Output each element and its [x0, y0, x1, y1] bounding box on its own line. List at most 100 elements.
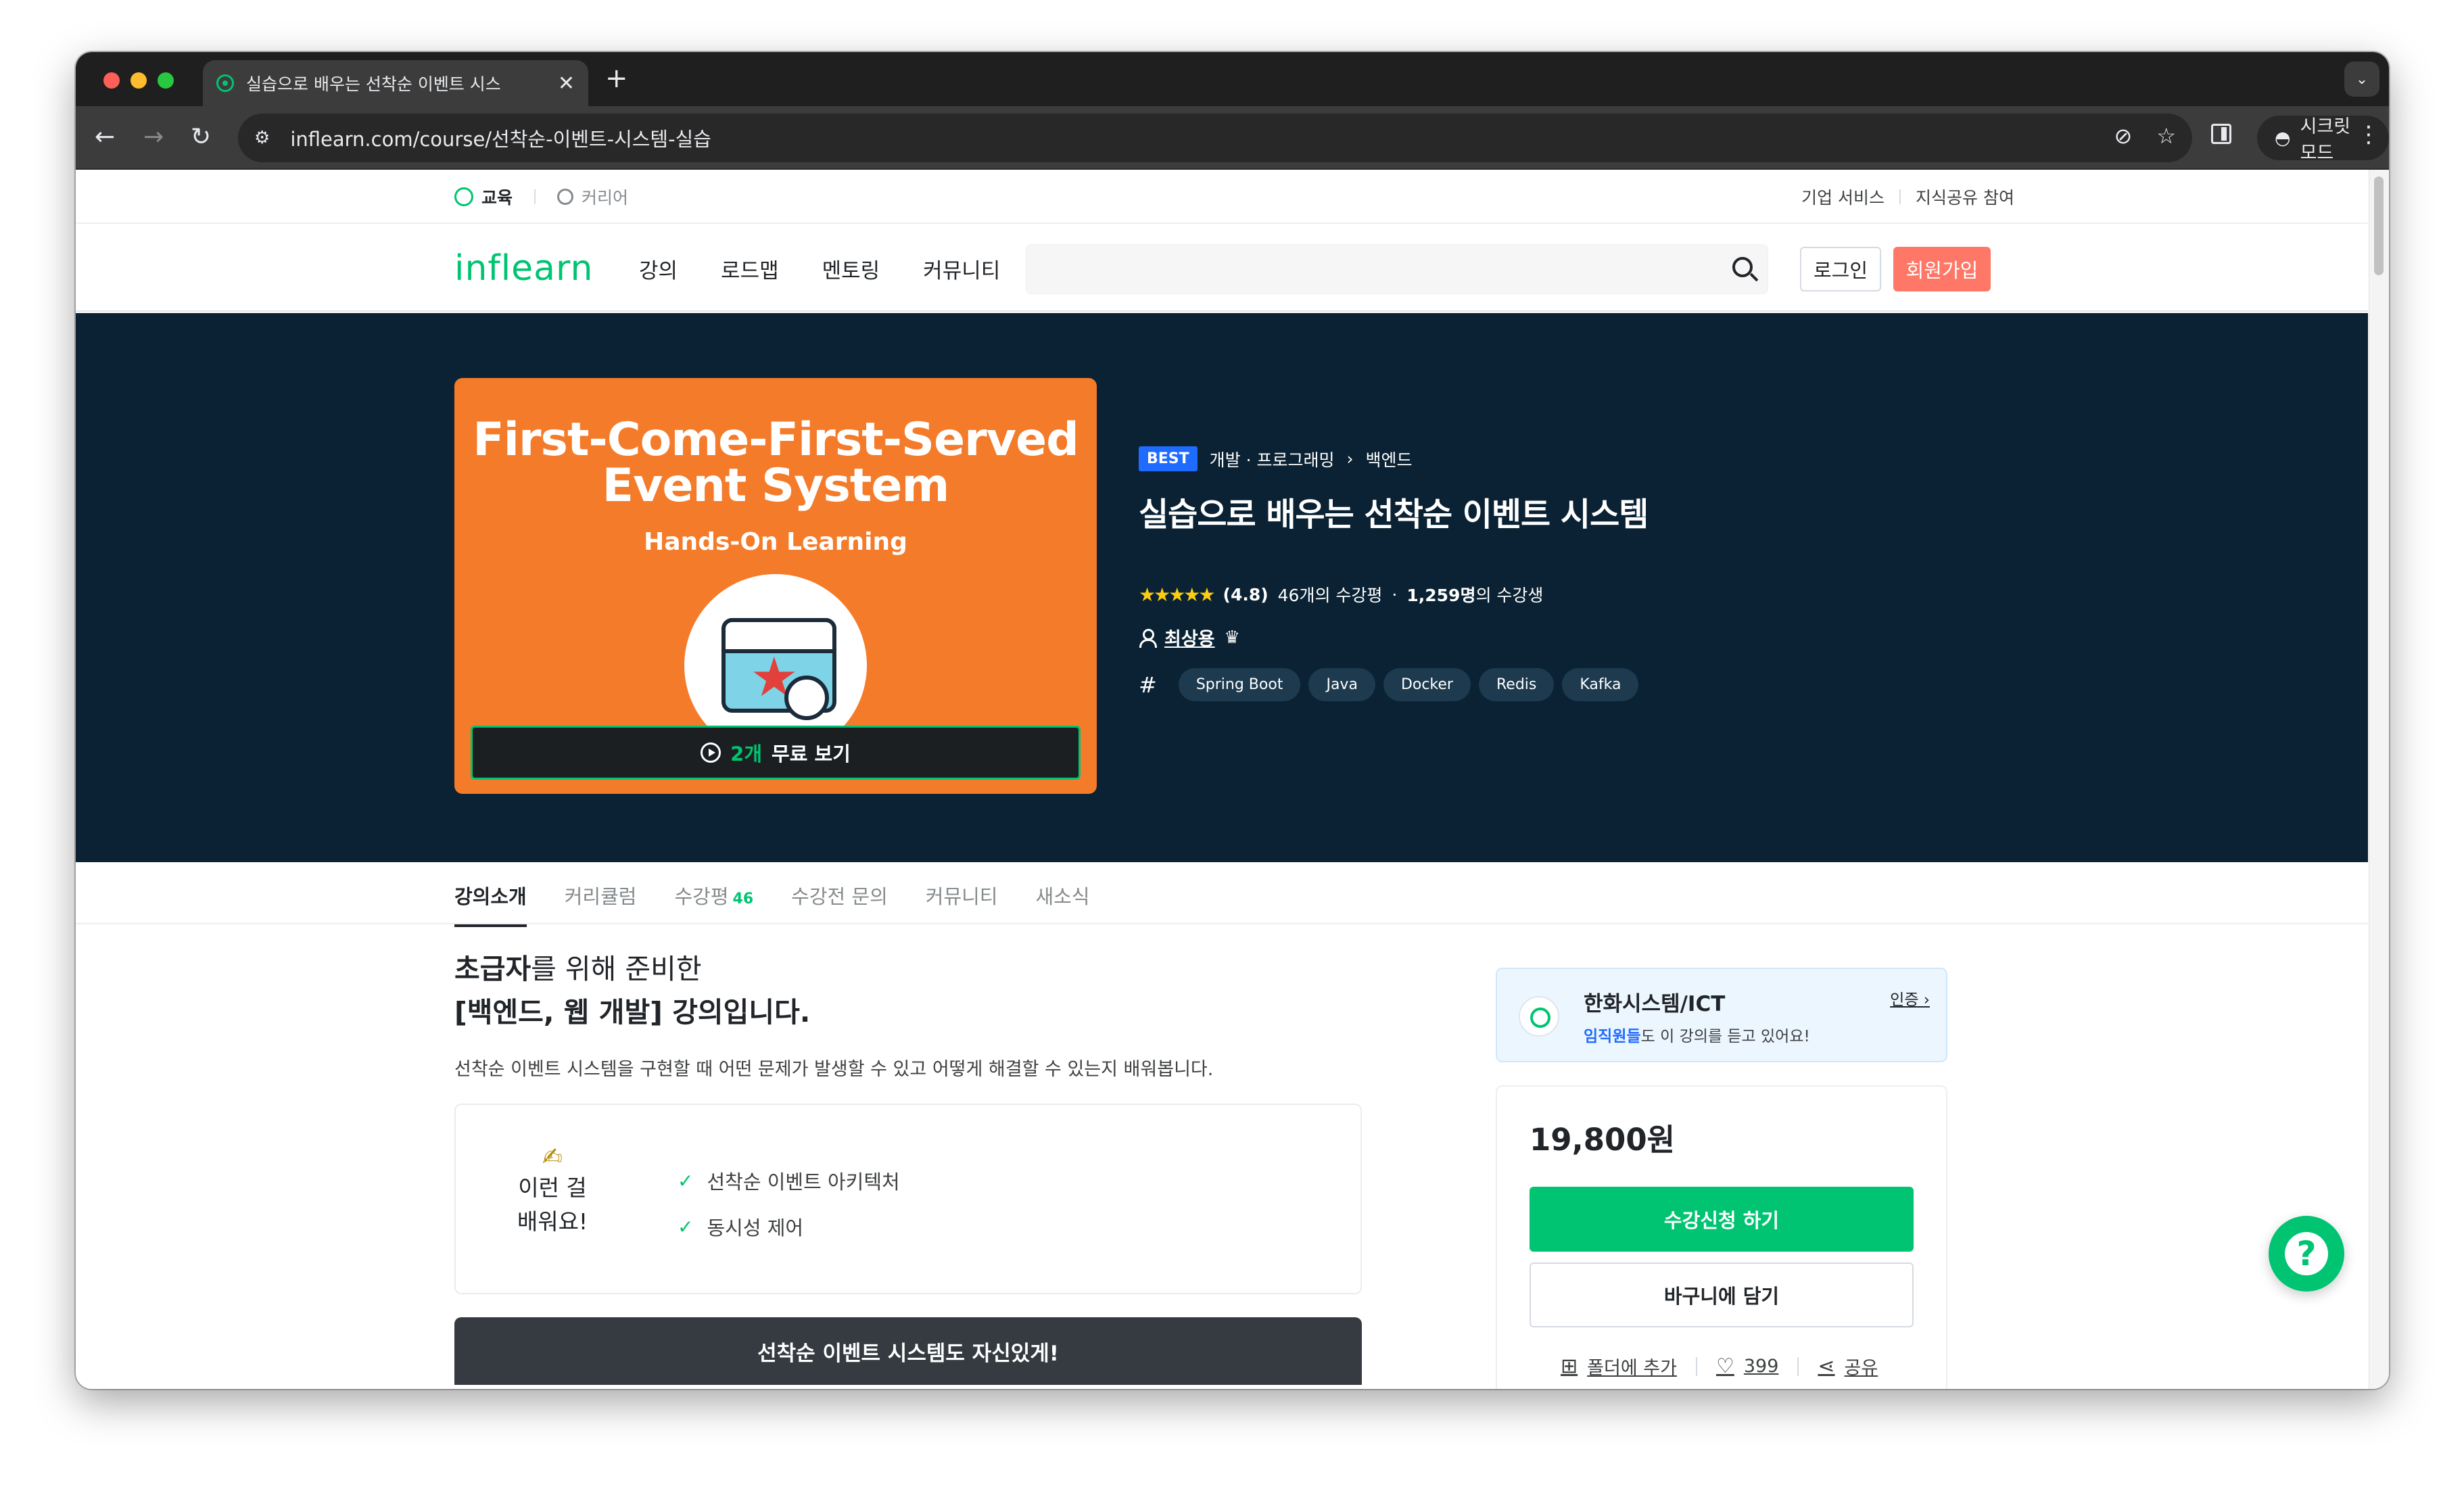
- share-button[interactable]: ⋖ 공유: [1818, 1353, 1878, 1379]
- tab-reviews-label: 수강평: [674, 885, 729, 908]
- preview-label: 무료 보기: [772, 742, 851, 765]
- company-desc-emphasis: 임직원들: [1584, 1028, 1641, 1045]
- tag-spring-boot[interactable]: Spring Boot: [1178, 668, 1301, 701]
- tab-intro[interactable]: 강의소개: [454, 881, 527, 927]
- like-button[interactable]: ♡ 399: [1716, 1354, 1778, 1378]
- learn-list: ✓ 선착순 이벤트 아키텍처 ✓ 동시성 제어: [678, 1158, 900, 1250]
- help-chat-button[interactable]: ?: [2269, 1216, 2344, 1292]
- nav-item-roadmap[interactable]: 로드맵: [721, 254, 779, 284]
- close-window-button[interactable]: [103, 72, 120, 89]
- intro-heading-rest: 를 위해 준비한: [531, 953, 702, 985]
- price-card: 19,800원 수강신청 하기 바구니에 담기 ⊞ 폴더에 추가 ♡ 399 ⋖ 공유: [1496, 1085, 1947, 1389]
- site-settings-icon[interactable]: ⚙: [254, 128, 270, 148]
- forward-arrow-icon[interactable]: →: [143, 121, 164, 153]
- tab-strip: 실습으로 배우는 선착순 이벤트 시스 ✕ + ⌄: [76, 52, 2389, 106]
- like-count: 399: [1743, 1356, 1779, 1377]
- tab-close-icon[interactable]: ✕: [558, 72, 575, 95]
- cta-banner: 선착순 이벤트 시스템도 자신있게!: [454, 1317, 1362, 1385]
- check-icon: ✓: [678, 1169, 694, 1192]
- dot-separator: ·: [1392, 584, 1398, 605]
- tab-reviews[interactable]: 수강평 46: [674, 881, 753, 927]
- list-item: ✓ 선착순 이벤트 아키텍처: [678, 1158, 900, 1204]
- knowledge-share-link[interactable]: 지식공유 참여: [1916, 185, 2014, 209]
- tab-community[interactable]: 커뮤니티: [926, 881, 998, 927]
- breadcrumb-category[interactable]: 개발 · 프로그래밍: [1210, 447, 1335, 471]
- learn-item-label: 선착순 이벤트 아키텍처: [707, 1171, 900, 1193]
- education-label: 교육: [481, 188, 513, 208]
- maximize-window-button[interactable]: [158, 72, 174, 89]
- thumbnail-title-line1: First-Come-First-Served: [473, 413, 1079, 467]
- login-button[interactable]: 로그인: [1800, 247, 1881, 291]
- company-banner[interactable]: 한화시스템/ICT 임직원들도 이 강의를 듣고 있어요! 인증 ›: [1496, 968, 1947, 1062]
- utility-bar: 교육 커리어 기업 서비스 지식공유 참여: [76, 170, 2368, 224]
- verify-link-label: 인증: [1890, 991, 1919, 1009]
- add-to-folder-button[interactable]: ⊞ 폴더에 추가: [1561, 1353, 1677, 1379]
- breadcrumb-subcategory[interactable]: 백엔드: [1366, 447, 1413, 471]
- browser-menu-icon[interactable]: ⋮: [2357, 121, 2380, 148]
- divider: [1797, 1356, 1799, 1376]
- browser-tab-active[interactable]: 실습으로 배우는 선착순 이벤트 시스 ✕: [203, 60, 588, 106]
- tab-questions[interactable]: 수강전 문의: [791, 881, 888, 927]
- enroll-button[interactable]: 수강신청 하기: [1530, 1187, 1914, 1252]
- page-scrollbar[interactable]: [2369, 170, 2389, 1389]
- signup-button[interactable]: 회원가입: [1893, 247, 1991, 291]
- tab-reviews-count: 46: [732, 891, 754, 907]
- bookmark-star-icon[interactable]: ☆: [2156, 123, 2176, 149]
- share-label: 공유: [1844, 1358, 1878, 1379]
- nav-item-courses[interactable]: 강의: [639, 254, 678, 284]
- career-label: 커리어: [582, 188, 629, 208]
- tab-search-chevron-icon[interactable]: ⌄: [2344, 62, 2379, 97]
- nav-item-community[interactable]: 커뮤니티: [923, 254, 1000, 284]
- browser-window: 실습으로 배우는 선착순 이벤트 시스 ✕ + ⌄ ← → ↻ ⚙ inflea…: [76, 52, 2389, 1389]
- folder-label: 폴더에 추가: [1587, 1358, 1677, 1379]
- card-actions: ⊞ 폴더에 추가 ♡ 399 ⋖ 공유: [1561, 1353, 1878, 1379]
- tag-kafka[interactable]: Kafka: [1562, 668, 1639, 701]
- side-panel-icon[interactable]: [2211, 124, 2231, 144]
- rating-value: (4.8): [1223, 584, 1269, 605]
- thumbnail-title: First-Come-First-Served Event System: [454, 417, 1097, 509]
- crown-icon: ♛: [1224, 627, 1240, 648]
- url-text[interactable]: inflearn.com/course/선착순-이벤트-시스템-실습: [290, 124, 711, 152]
- student-count: 1,259명의 수강생: [1406, 582, 1543, 607]
- search-icon[interactable]: [1732, 257, 1753, 277]
- tag-docker[interactable]: Docker: [1383, 668, 1471, 701]
- intro-heading-bold: 초급자: [454, 953, 531, 985]
- inflearn-logo[interactable]: inflearn: [454, 248, 593, 289]
- search-input[interactable]: [1026, 244, 1768, 294]
- tags-row: # Spring Boot Java Docker Redis Kafka: [1139, 668, 1648, 701]
- preview-count: 2개: [730, 742, 763, 765]
- intro-description: 선착순 이벤트 시스템을 구현할 때 어떤 문제가 발생할 수 있고 어떻게 해…: [454, 1059, 1214, 1080]
- career-link[interactable]: 커리어: [557, 185, 628, 209]
- tag-java[interactable]: Java: [1308, 668, 1375, 701]
- add-to-cart-button[interactable]: 바구니에 담기: [1530, 1262, 1914, 1327]
- writing-hand-icon: ✍: [542, 1143, 563, 1171]
- student-count-suffix: 의 수강생: [1475, 586, 1544, 605]
- minimize-window-button[interactable]: [131, 72, 147, 89]
- instructor-row: 최상용 ♛: [1139, 624, 1648, 651]
- eye-off-icon[interactable]: ⊘: [2114, 123, 2133, 149]
- scrollbar-thumb[interactable]: [2374, 176, 2384, 275]
- education-link[interactable]: 교육: [454, 185, 513, 209]
- education-icon: [454, 187, 473, 206]
- tab-curriculum[interactable]: 커리큘럼: [565, 881, 637, 927]
- back-arrow-icon[interactable]: ←: [95, 121, 115, 153]
- course-tabs: 강의소개 커리큘럼 수강평 46 수강전 문의 커뮤니티 새소식: [76, 862, 2368, 927]
- company-description: 임직원들도 이 강의를 듣고 있어요!: [1584, 1023, 1810, 1046]
- course-thumbnail: First-Come-First-Served Event System Han…: [454, 378, 1097, 794]
- new-tab-button[interactable]: +: [605, 63, 628, 94]
- corporate-service-link[interactable]: 기업 서비스: [1801, 185, 1885, 209]
- nav-item-mentoring[interactable]: 멘토링: [822, 254, 880, 284]
- free-preview-button[interactable]: 2개 무료 보기: [471, 726, 1081, 780]
- review-count[interactable]: 46개의 수강평: [1278, 582, 1383, 607]
- verify-link[interactable]: 인증 ›: [1890, 987, 1930, 1010]
- tag-redis[interactable]: Redis: [1478, 668, 1555, 701]
- divider: [534, 189, 536, 204]
- reload-icon[interactable]: ↻: [191, 121, 211, 153]
- instructor-link[interactable]: 최상용: [1164, 624, 1215, 651]
- hash-icon: #: [1139, 671, 1157, 698]
- learn-label-line2: 배워요!: [517, 1208, 588, 1235]
- person-icon: [1139, 628, 1157, 648]
- tab-news[interactable]: 새소식: [1036, 881, 1090, 927]
- address-bar[interactable]: ⚙ inflearn.com/course/선착순-이벤트-시스템-실습 ⊘ ☆: [238, 114, 2192, 162]
- incognito-icon: ◓: [2275, 127, 2291, 149]
